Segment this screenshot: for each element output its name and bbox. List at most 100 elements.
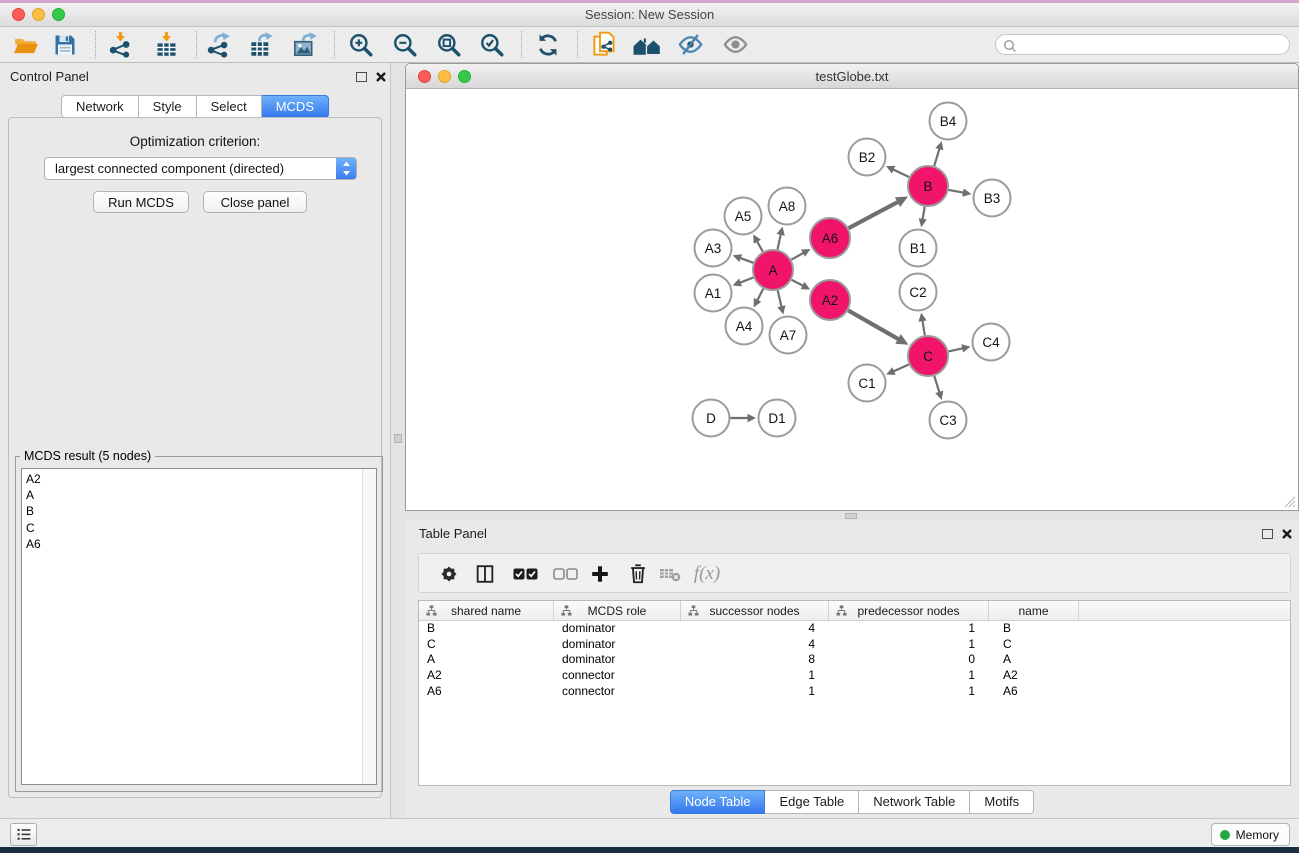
mcds-result-item[interactable]: C — [26, 520, 360, 536]
tab-edge-table[interactable]: Edge Table — [765, 790, 859, 814]
horizontal-splitter-handle[interactable] — [845, 513, 857, 519]
tab-network-table[interactable]: Network Table — [859, 790, 970, 814]
export-network-button[interactable] — [200, 29, 236, 60]
import-table-button[interactable] — [148, 29, 184, 60]
table-cell[interactable]: C — [419, 637, 554, 653]
network-window-titlebar[interactable]: testGlobe.txt — [406, 64, 1298, 89]
memory-button[interactable]: Memory — [1211, 823, 1290, 846]
show-all-button[interactable] — [717, 29, 753, 60]
column-header-MCDS-role[interactable]: MCDS role — [554, 601, 681, 620]
open-session-button[interactable] — [8, 29, 44, 60]
table-cell[interactable]: 1 — [829, 621, 989, 637]
graph-edge-A-A3[interactable] — [740, 258, 754, 263]
column-header-successor-nodes[interactable]: successor nodes — [681, 601, 829, 620]
tab-style[interactable]: Style — [139, 95, 197, 118]
refresh-layout-button[interactable] — [530, 29, 566, 60]
table-cell[interactable]: 4 — [681, 621, 829, 637]
network-canvas[interactable]: B4B2BB3A8A5A6A3B1AA1C2A2A4A7C4CC1C3DD1 — [406, 89, 1298, 510]
table-close-icon[interactable] — [1281, 528, 1293, 540]
function-builder-button[interactable]: f(x) — [691, 558, 723, 590]
select-all-button[interactable] — [509, 558, 541, 590]
hide-selected-button[interactable] — [672, 29, 708, 60]
table-cell[interactable]: A — [419, 652, 554, 668]
table-row[interactable]: A6connector11A6 — [419, 684, 1290, 700]
graph-edge-A-A4[interactable] — [757, 289, 763, 301]
mcds-result-item[interactable]: A6 — [26, 536, 360, 552]
graph-edge-C-C2[interactable] — [922, 320, 924, 335]
column-header-shared-name[interactable]: shared name — [419, 601, 554, 620]
graph-edge-A6-B[interactable] — [849, 202, 899, 229]
save-session-button[interactable] — [47, 29, 83, 60]
tab-motifs[interactable]: Motifs — [970, 790, 1034, 814]
add-column-button[interactable] — [584, 558, 616, 590]
table-cell[interactable]: connector — [554, 684, 681, 700]
first-neighbors-button[interactable] — [629, 29, 665, 60]
mcds-result-item[interactable]: B — [26, 503, 360, 519]
table-cell[interactable]: 1 — [681, 668, 829, 684]
table-cell[interactable]: 4 — [681, 637, 829, 653]
mcds-result-item[interactable]: A2 — [26, 471, 360, 487]
table-cell[interactable]: dominator — [554, 652, 681, 668]
tab-select[interactable]: Select — [197, 95, 262, 118]
table-cell[interactable]: A2 — [989, 668, 1079, 684]
run-mcds-button[interactable]: Run MCDS — [93, 191, 189, 213]
new-network-from-selection-button[interactable] — [586, 29, 622, 60]
graph-edge-A-A7[interactable] — [778, 291, 782, 308]
table-settings-button[interactable] — [433, 558, 465, 590]
column-header-name[interactable]: name — [989, 601, 1079, 620]
delete-column-button[interactable] — [622, 558, 654, 590]
search-input[interactable] — [995, 34, 1290, 55]
table-row[interactable]: A2connector11A2 — [419, 668, 1290, 684]
table-cell[interactable]: B — [989, 621, 1079, 637]
tab-network[interactable]: Network — [61, 95, 139, 118]
deselect-all-button[interactable] — [549, 558, 581, 590]
graph-edge-A-A5[interactable] — [757, 241, 763, 252]
tab-node-table[interactable]: Node Table — [670, 790, 766, 814]
table-cell[interactable]: A6 — [989, 684, 1079, 700]
table-row[interactable]: Adominator80A — [419, 652, 1290, 668]
table-cell[interactable]: connector — [554, 668, 681, 684]
table-row[interactable]: Cdominator41C — [419, 637, 1290, 653]
table-cell[interactable]: 0 — [829, 652, 989, 668]
table-cell[interactable]: A — [989, 652, 1079, 668]
graph-edge-B-B4[interactable] — [934, 148, 939, 166]
criterion-select[interactable]: largest connected component (directed) — [44, 157, 357, 180]
graph-edge-A2-C[interactable] — [848, 310, 899, 339]
graph-edge-C-C1[interactable] — [893, 365, 909, 372]
tab-mcds[interactable]: MCDS — [262, 95, 329, 118]
list-scrollbar[interactable] — [362, 469, 376, 784]
graph-edge-C-C3[interactable] — [934, 376, 939, 393]
table-cell[interactable]: B — [419, 621, 554, 637]
zoom-out-button[interactable] — [387, 29, 423, 60]
table-cell[interactable]: A6 — [419, 684, 554, 700]
table-cell[interactable]: 1 — [681, 684, 829, 700]
graph-edge-C-C4[interactable] — [949, 348, 964, 351]
zoom-in-button[interactable] — [343, 29, 379, 60]
graph-edge-B-B1[interactable] — [923, 207, 925, 220]
table-cell[interactable]: A2 — [419, 668, 554, 684]
table-cell[interactable]: dominator — [554, 621, 681, 637]
column-header-predecessor-nodes[interactable]: predecessor nodes — [829, 601, 989, 620]
table-cell[interactable]: 8 — [681, 652, 829, 668]
zoom-fit-button[interactable] — [431, 29, 467, 60]
float-panel-button[interactable] — [356, 72, 367, 82]
table-cell[interactable]: 1 — [829, 684, 989, 700]
vertical-splitter-handle[interactable] — [394, 434, 402, 443]
table-row[interactable]: Bdominator41B — [419, 621, 1290, 637]
mcds-result-item[interactable]: A — [26, 487, 360, 503]
close-panel-icon[interactable] — [375, 71, 387, 83]
graph-edge-A-A2[interactable] — [792, 280, 804, 286]
close-panel-button[interactable]: Close panel — [203, 191, 307, 213]
graph-edge-B-B2[interactable] — [893, 169, 909, 177]
select-stepper-icon[interactable] — [336, 158, 356, 179]
task-history-button[interactable] — [10, 823, 37, 846]
resize-grip-icon[interactable] — [1283, 495, 1296, 508]
zoom-selected-button[interactable] — [474, 29, 510, 60]
table-cell[interactable]: C — [989, 637, 1079, 653]
export-table-button[interactable] — [243, 29, 279, 60]
delete-table-button[interactable] — [654, 558, 686, 590]
table-cell[interactable]: 1 — [829, 668, 989, 684]
export-image-button[interactable] — [287, 29, 323, 60]
table-cell[interactable]: dominator — [554, 637, 681, 653]
import-network-button[interactable] — [102, 29, 138, 60]
